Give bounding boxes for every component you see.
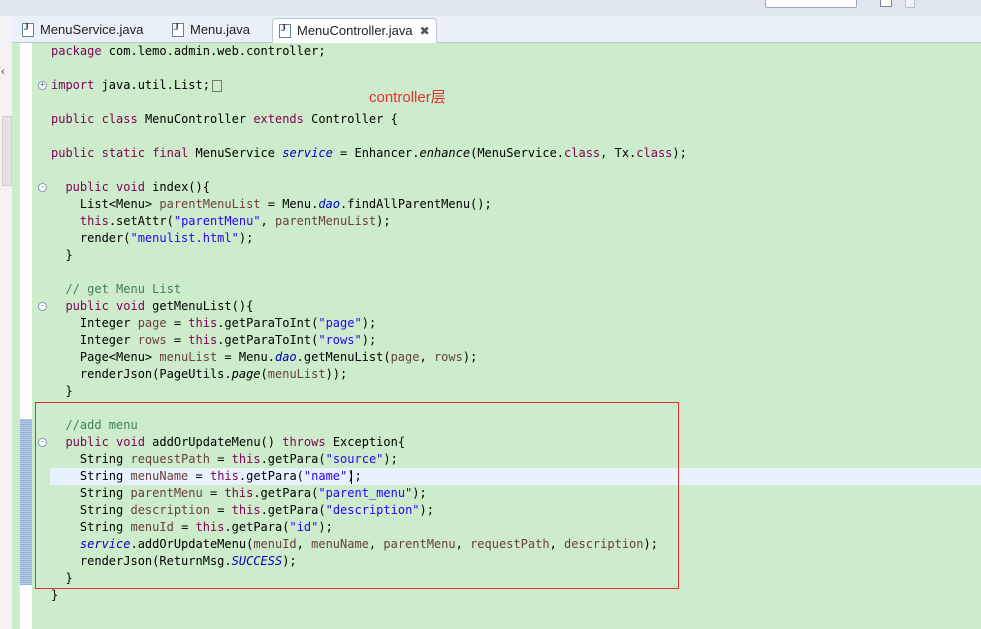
code-line: package com.lemo.admin.web.controller; [51, 44, 326, 58]
code-line: Integer rows = this.getParaToInt("rows")… [51, 333, 377, 347]
code-line: render("menulist.html"); [51, 231, 254, 245]
tab-menu-java[interactable]: Menu.java [172, 18, 250, 41]
code-line: renderJson(PageUtils.page(menuList)); [51, 367, 348, 381]
code-line: Page<Menu> menuList = Menu.dao.getMenuLi… [51, 350, 478, 364]
close-tab-icon[interactable]: ✖ [420, 24, 430, 38]
collapse-fold-icon[interactable]: - [38, 183, 47, 192]
code-line: Integer page = this.getParaToInt("page")… [51, 316, 377, 330]
code-line: List<Menu> parentMenuList = Menu.dao.fin… [51, 197, 492, 211]
collapse-fold-icon[interactable]: - [38, 302, 47, 311]
code-line: } [51, 248, 73, 262]
code-editor[interactable]: + - - - package com.lemo.admin.web.contr… [12, 43, 981, 629]
tab-menuservice-java[interactable]: MenuService.java [22, 18, 143, 41]
tab-label: MenuController.java [297, 23, 413, 38]
annotation-label: controller层 [369, 89, 446, 106]
java-ee-perspective-button[interactable] [905, 0, 915, 8]
code-line: // get Menu List [51, 282, 182, 296]
code-line: import java.util.List; [51, 77, 222, 94]
code-line: this.setAttr("parentMenu", parentMenuLis… [79, 214, 391, 228]
top-toolbar-strip [0, 0, 981, 16]
chevron-left-icon[interactable]: ‹ [1, 66, 5, 78]
expand-fold-icon[interactable]: + [38, 81, 47, 90]
code-line: public void index(){ [65, 180, 210, 194]
code-line: public void getMenuList(){ [65, 299, 254, 313]
editor-tab-bar: MenuService.java Menu.java MenuControlle… [12, 16, 981, 43]
collapsed-imports-icon[interactable] [211, 79, 222, 92]
java-file-icon [172, 22, 184, 37]
java-file-icon [22, 22, 34, 37]
tab-menucontroller-java[interactable]: MenuController.java ✖ [272, 18, 437, 43]
scrollbar-thumb[interactable] [2, 116, 12, 186]
java-file-icon [279, 23, 291, 38]
code-line: } [51, 588, 59, 602]
open-perspective-icon[interactable] [880, 0, 892, 7]
tab-label: Menu.java [190, 22, 250, 37]
quick-access-input[interactable] [765, 0, 857, 8]
highlight-box [35, 402, 679, 589]
code-line: public static final MenuService service … [51, 146, 687, 160]
quick-diff-change-bar [20, 419, 32, 585]
code-line: } [51, 384, 73, 398]
code-line: public class MenuController extends Cont… [51, 112, 398, 126]
tab-label: MenuService.java [40, 22, 144, 37]
